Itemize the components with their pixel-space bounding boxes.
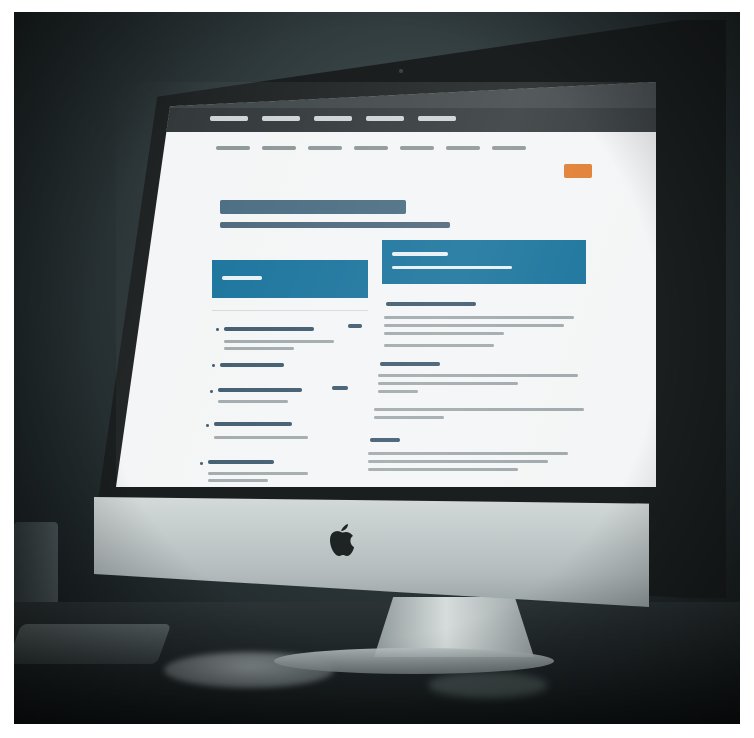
panel-heading bbox=[222, 276, 262, 280]
list-item-meta bbox=[348, 324, 362, 328]
paragraph-line bbox=[378, 390, 418, 393]
apple-logo-icon-shape bbox=[330, 524, 354, 556]
paragraph-line bbox=[374, 416, 444, 419]
right-panel-header bbox=[382, 240, 586, 284]
paragraph-line bbox=[374, 408, 584, 411]
subnav-link bbox=[308, 146, 342, 150]
list-item-meta bbox=[332, 386, 348, 390]
monitor-screen bbox=[116, 82, 656, 487]
monitor-stand-base bbox=[274, 648, 554, 674]
cta-button bbox=[564, 164, 592, 178]
page-subtitle bbox=[220, 222, 450, 228]
list-bullet bbox=[200, 462, 203, 465]
navbar-link bbox=[366, 116, 404, 121]
divider bbox=[212, 310, 368, 311]
navbar-link bbox=[262, 116, 300, 121]
navbar-link bbox=[314, 116, 352, 121]
paragraph-line bbox=[368, 452, 568, 455]
subnav-link bbox=[354, 146, 388, 150]
list-item bbox=[208, 460, 274, 464]
list-item bbox=[220, 363, 284, 367]
section-heading bbox=[380, 362, 440, 366]
paragraph-line bbox=[384, 316, 574, 319]
keyboard bbox=[14, 624, 172, 664]
section-heading bbox=[386, 302, 476, 306]
navbar-link bbox=[210, 116, 248, 121]
paragraph-line bbox=[384, 324, 564, 327]
list-item-text bbox=[224, 340, 334, 343]
apple-logo-icon bbox=[326, 522, 356, 562]
list-bullet bbox=[216, 328, 219, 331]
list-item bbox=[218, 388, 302, 392]
list-item-text bbox=[218, 400, 288, 403]
panel-heading bbox=[392, 252, 448, 256]
section-heading bbox=[370, 438, 400, 442]
navbar-link bbox=[418, 116, 456, 121]
left-panel-header bbox=[212, 260, 368, 298]
list-item bbox=[224, 327, 314, 331]
paragraph-line bbox=[378, 382, 518, 385]
list-item-text bbox=[214, 436, 308, 439]
subnav-link bbox=[262, 146, 296, 150]
desk-object bbox=[428, 672, 548, 698]
paragraph-line bbox=[384, 332, 504, 335]
list-bullet bbox=[212, 364, 215, 367]
paragraph-line bbox=[384, 344, 494, 347]
subnav-link bbox=[400, 146, 434, 150]
navbar-links bbox=[210, 116, 456, 121]
page-title bbox=[220, 200, 406, 214]
list-bullet bbox=[206, 424, 209, 427]
list-item-text bbox=[224, 347, 294, 350]
subnav-link bbox=[446, 146, 480, 150]
paragraph-line bbox=[368, 460, 548, 463]
panel-subheading bbox=[392, 266, 512, 269]
paragraph-line bbox=[378, 374, 578, 377]
sub-navigation bbox=[216, 146, 526, 150]
subnav-link bbox=[492, 146, 526, 150]
photo bbox=[14, 12, 740, 724]
camera-icon bbox=[399, 69, 403, 73]
list-item-text bbox=[208, 479, 268, 482]
paragraph-line bbox=[368, 468, 518, 471]
list-item-text bbox=[208, 472, 308, 475]
subnav-link bbox=[216, 146, 250, 150]
monitor-chin bbox=[94, 497, 649, 607]
list-bullet bbox=[210, 390, 213, 393]
list-item bbox=[214, 422, 292, 426]
